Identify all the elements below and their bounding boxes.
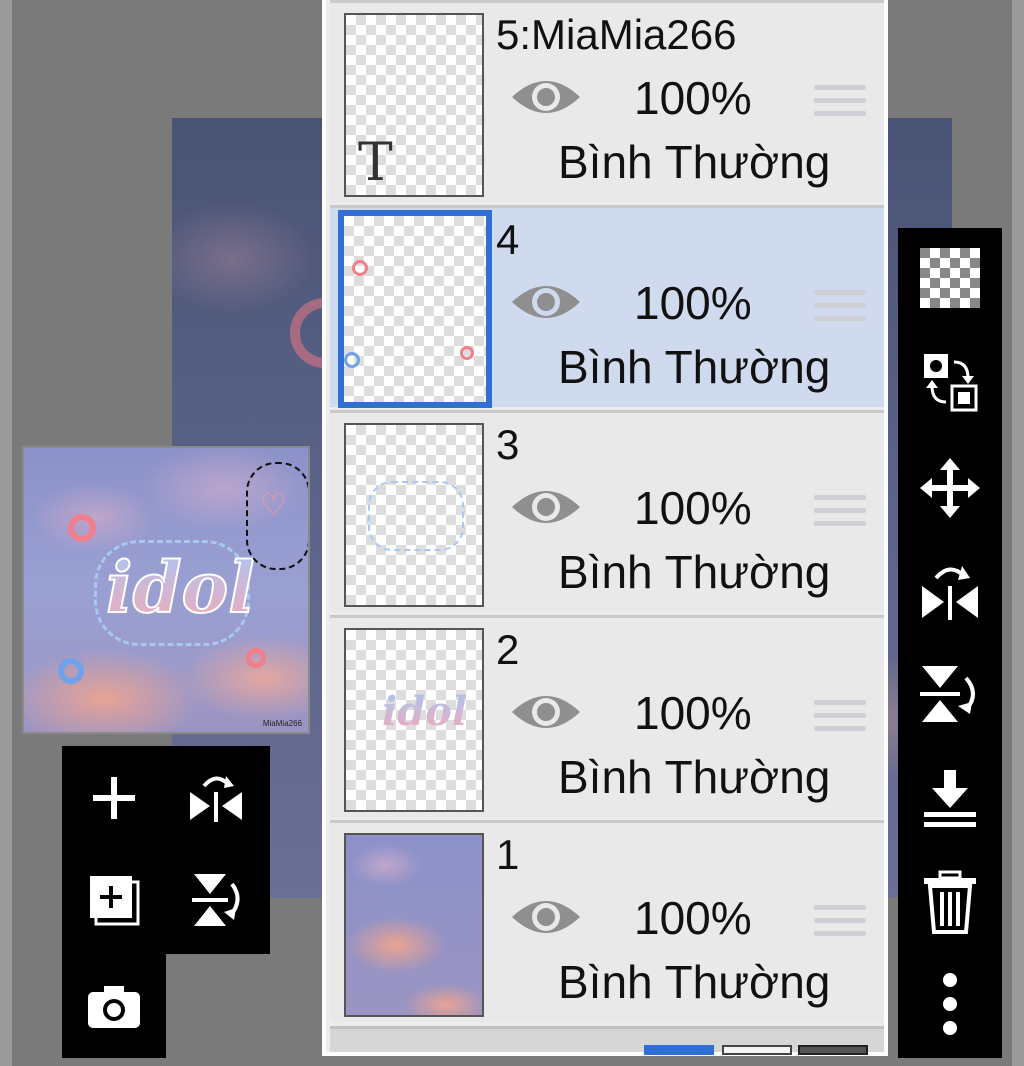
layer-row[interactable]: T 5:MiaMia266 100% Bình Thường xyxy=(330,0,884,202)
layer-thumbnail xyxy=(344,833,484,1017)
layer-row[interactable]: idol 2 100% Bình Thường xyxy=(330,615,884,817)
drag-handle-icon[interactable] xyxy=(814,700,866,740)
flip-horizontal-icon[interactable] xyxy=(186,768,246,828)
layer-thumbnail: idol xyxy=(344,628,484,812)
idol-text-thumbnail: idol xyxy=(382,688,468,735)
flip-vertical-icon[interactable] xyxy=(186,870,246,930)
ring-decoration xyxy=(58,658,84,684)
flip-horizontal-icon[interactable] xyxy=(916,558,984,626)
visibility-eye-icon[interactable] xyxy=(510,893,582,941)
move-icon[interactable] xyxy=(916,454,984,522)
panel-footer xyxy=(330,1026,884,1055)
layer-blend-mode[interactable]: Bình Thường xyxy=(558,135,830,189)
ring-decoration xyxy=(246,648,266,668)
layer-blend-mode[interactable]: Bình Thường xyxy=(558,955,830,1009)
layer-blend-mode[interactable]: Bình Thường xyxy=(558,545,830,599)
layer-thumbnail xyxy=(344,423,484,607)
transparency-icon[interactable] xyxy=(916,244,984,312)
visibility-eye-icon[interactable] xyxy=(510,688,582,736)
layer-row[interactable]: 3 100% Bình Thường xyxy=(330,410,884,612)
layer-opacity[interactable]: 100% xyxy=(634,481,752,535)
drag-handle-icon[interactable] xyxy=(814,905,866,945)
layer-row-selected[interactable]: 4 100% Bình Thường xyxy=(330,205,884,408)
layer-name: 2 xyxy=(496,626,520,673)
ring-decoration xyxy=(352,260,368,276)
idol-text: idol xyxy=(105,545,256,630)
layer-tools-toolbar xyxy=(898,228,1002,1058)
flip-vertical-icon[interactable] xyxy=(916,660,984,728)
more-options-icon[interactable] xyxy=(916,970,984,1038)
layer-name: 3 xyxy=(496,421,520,468)
background-white-tab[interactable] xyxy=(722,1045,792,1055)
ring-decoration xyxy=(68,514,96,542)
ring-decoration xyxy=(344,352,360,368)
layer-thumbnail xyxy=(338,210,492,408)
merge-down-icon[interactable] xyxy=(916,764,984,832)
ring-decoration xyxy=(460,346,474,360)
layer-opacity[interactable]: 100% xyxy=(634,71,752,125)
canvas-preview[interactable]: idol ♡ MiaMia266 xyxy=(22,446,310,734)
drag-handle-icon[interactable] xyxy=(814,495,866,535)
swap-icon[interactable] xyxy=(916,348,984,416)
add-image-layer-icon[interactable] xyxy=(84,870,144,930)
layer-thumbnail: T xyxy=(344,13,484,197)
add-layer-icon[interactable] xyxy=(84,768,144,828)
signature-text: MiaMia266 xyxy=(262,719,302,728)
heart-icon: ♡ xyxy=(260,489,287,522)
drag-handle-icon[interactable] xyxy=(814,290,866,330)
text-layer-icon: T xyxy=(358,133,393,193)
background-color-tab[interactable] xyxy=(644,1045,714,1055)
layer-name: 1 xyxy=(496,831,520,878)
layer-blend-mode[interactable]: Bình Thường xyxy=(558,750,830,804)
layer-opacity[interactable]: 100% xyxy=(634,276,752,330)
layer-opacity[interactable]: 100% xyxy=(634,686,752,740)
layer-blend-mode[interactable]: Bình Thường xyxy=(558,340,830,394)
layer-name: 5:MiaMia266 xyxy=(496,11,737,58)
visibility-eye-icon[interactable] xyxy=(510,73,582,121)
right-frame xyxy=(1012,0,1024,1066)
layers-panel: T 5:MiaMia266 100% Bình Thường 4 100% Bì… xyxy=(322,0,888,1056)
visibility-eye-icon[interactable] xyxy=(510,483,582,531)
background-dark-tab[interactable] xyxy=(798,1045,868,1055)
layer-opacity[interactable]: 100% xyxy=(634,891,752,945)
delete-icon[interactable] xyxy=(916,868,984,936)
visibility-eye-icon[interactable] xyxy=(510,278,582,326)
layer-row[interactable]: 1 100% Bình Thường xyxy=(330,820,884,1022)
drag-handle-icon[interactable] xyxy=(814,85,866,125)
layer-name: 4 xyxy=(496,216,520,263)
left-frame xyxy=(0,0,12,1066)
cloud-frame-decoration xyxy=(368,481,464,551)
camera-icon[interactable] xyxy=(84,976,144,1036)
